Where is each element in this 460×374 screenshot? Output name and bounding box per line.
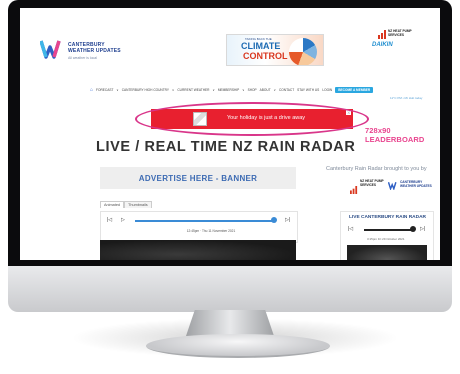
tab-animated[interactable]: Animated bbox=[100, 201, 125, 208]
sidebar-radar-widget: LIVE CANTERBURY RAIN RADAR |◁ ▷| 3:15pm … bbox=[340, 211, 434, 260]
browser-screen: CANTERBURY WEATHER UPDATES All weather i… bbox=[20, 8, 440, 260]
radar-image bbox=[100, 240, 296, 260]
progress-knob[interactable] bbox=[271, 217, 277, 223]
sidebar-skip-forward-icon[interactable]: ▷| bbox=[420, 226, 425, 232]
weather-ticker: 11°C PM • Mt Hutt today bbox=[390, 96, 423, 100]
monitor-stand-neck bbox=[186, 310, 274, 336]
radar-player: |◁ ▷ ▷| 12:45pm · Thu 11 November 2021 bbox=[100, 211, 298, 243]
heat-pump-icon bbox=[350, 186, 358, 194]
highlight-ellipse bbox=[135, 102, 369, 136]
home-icon[interactable]: ⌂ bbox=[90, 87, 93, 93]
advertise-banner-placeholder[interactable]: ADVERTISE HERE - BANNER bbox=[100, 167, 296, 189]
leaderboard-label: 728x90 LEADERBOARD bbox=[365, 126, 425, 144]
sidebar-radar-controls: |◁ ▷| bbox=[348, 226, 428, 234]
radar-timestamp: 12:45pm · Thu 11 November 2021 bbox=[186, 229, 236, 233]
ad-climate-text: CLIMATE bbox=[241, 41, 281, 51]
nav-item-about[interactable]: ABOUT bbox=[260, 88, 271, 92]
sidebar-radar-image bbox=[347, 245, 427, 260]
sidebar-radar-title: LIVE CANTERBURY RAIN RADAR bbox=[349, 215, 427, 220]
daikin-logo[interactable]: DAIKIN bbox=[372, 42, 393, 48]
page-title: LIVE / REAL TIME NZ RAIN RADAR bbox=[96, 139, 356, 155]
thermostat-gauge-icon bbox=[289, 38, 317, 65]
nav-item-current-weather[interactable]: CURRENT WEATHER bbox=[177, 88, 209, 92]
ad-control-text: CONTROL bbox=[243, 51, 288, 61]
heat-pump-icon bbox=[378, 30, 386, 39]
heat-pump-text: NZ HEAT PUMP SERVICES bbox=[388, 29, 412, 37]
monitor-chin bbox=[8, 266, 452, 312]
nav-item-membership[interactable]: MEMBERSHIP bbox=[218, 88, 239, 92]
play-icon[interactable]: ▷ bbox=[121, 217, 125, 223]
tab-thumbnails[interactable]: Thumbnails bbox=[124, 201, 152, 208]
skip-forward-icon[interactable]: ▷| bbox=[285, 217, 290, 223]
main-nav: ⌂ FORECAST ∨ CANTERBURY HIGH COUNTRY ∨ CUR… bbox=[90, 86, 430, 94]
skip-back-icon[interactable]: |◁ bbox=[107, 217, 112, 223]
logo-wordmark: CANTERBURY WEATHER UPDATES bbox=[68, 42, 121, 54]
radar-tabs: Animated Thumbnails bbox=[100, 201, 152, 208]
sidebar-progress-track[interactable] bbox=[364, 229, 414, 231]
sidebar-radar-time: 3:15pm Fri 29 October 2021 bbox=[367, 237, 405, 241]
climate-control-ad[interactable]: TAKING BACK THE CLIMATE CONTROL bbox=[226, 34, 324, 66]
heat-pump-logo[interactable]: NZ HEAT PUMP SERVICES bbox=[378, 29, 418, 40]
nav-item-forecast[interactable]: FORECAST bbox=[96, 88, 113, 92]
monitor: CANTERBURY WEATHER UPDATES All weather i… bbox=[8, 0, 452, 358]
nav-item-shop[interactable]: SHOP bbox=[248, 88, 257, 92]
sidebar-skip-back-icon[interactable]: |◁ bbox=[348, 226, 353, 232]
become-member-button[interactable]: BECOME A MEMBER bbox=[335, 87, 374, 93]
site-logo[interactable]: CANTERBURY WEATHER UPDATES All weather i… bbox=[40, 36, 160, 66]
nav-item-high-country[interactable]: CANTERBURY HIGH COUNTRY bbox=[122, 88, 169, 92]
progress-track[interactable] bbox=[135, 220, 275, 222]
nav-item-contact[interactable]: CONTACT bbox=[279, 88, 294, 92]
logo-tagline: All weather is local bbox=[68, 56, 97, 60]
logo-w-icon bbox=[40, 40, 61, 59]
monitor-stand-base bbox=[146, 334, 330, 358]
sponsor-logos: NZ HEAT PUMP SERVICES CANTERBURY WEATHER… bbox=[350, 179, 434, 194]
sidebar-progress-knob[interactable] bbox=[410, 226, 416, 232]
logo-line-2: WEATHER UPDATES bbox=[68, 48, 121, 54]
nav-item-login[interactable]: LOGIN bbox=[322, 88, 332, 92]
nav-item-stay[interactable]: STAY WITH US bbox=[297, 88, 319, 92]
sponsor-cwu[interactable]: CANTERBURY WEATHER UPDATES bbox=[400, 180, 434, 188]
sidebar-heading: Canterbury Rain Radar brought to you by bbox=[326, 166, 427, 172]
logo-w-icon bbox=[388, 182, 397, 190]
sponsor-heat-pump[interactable]: NZ HEAT PUMP SERVICES bbox=[360, 179, 386, 187]
